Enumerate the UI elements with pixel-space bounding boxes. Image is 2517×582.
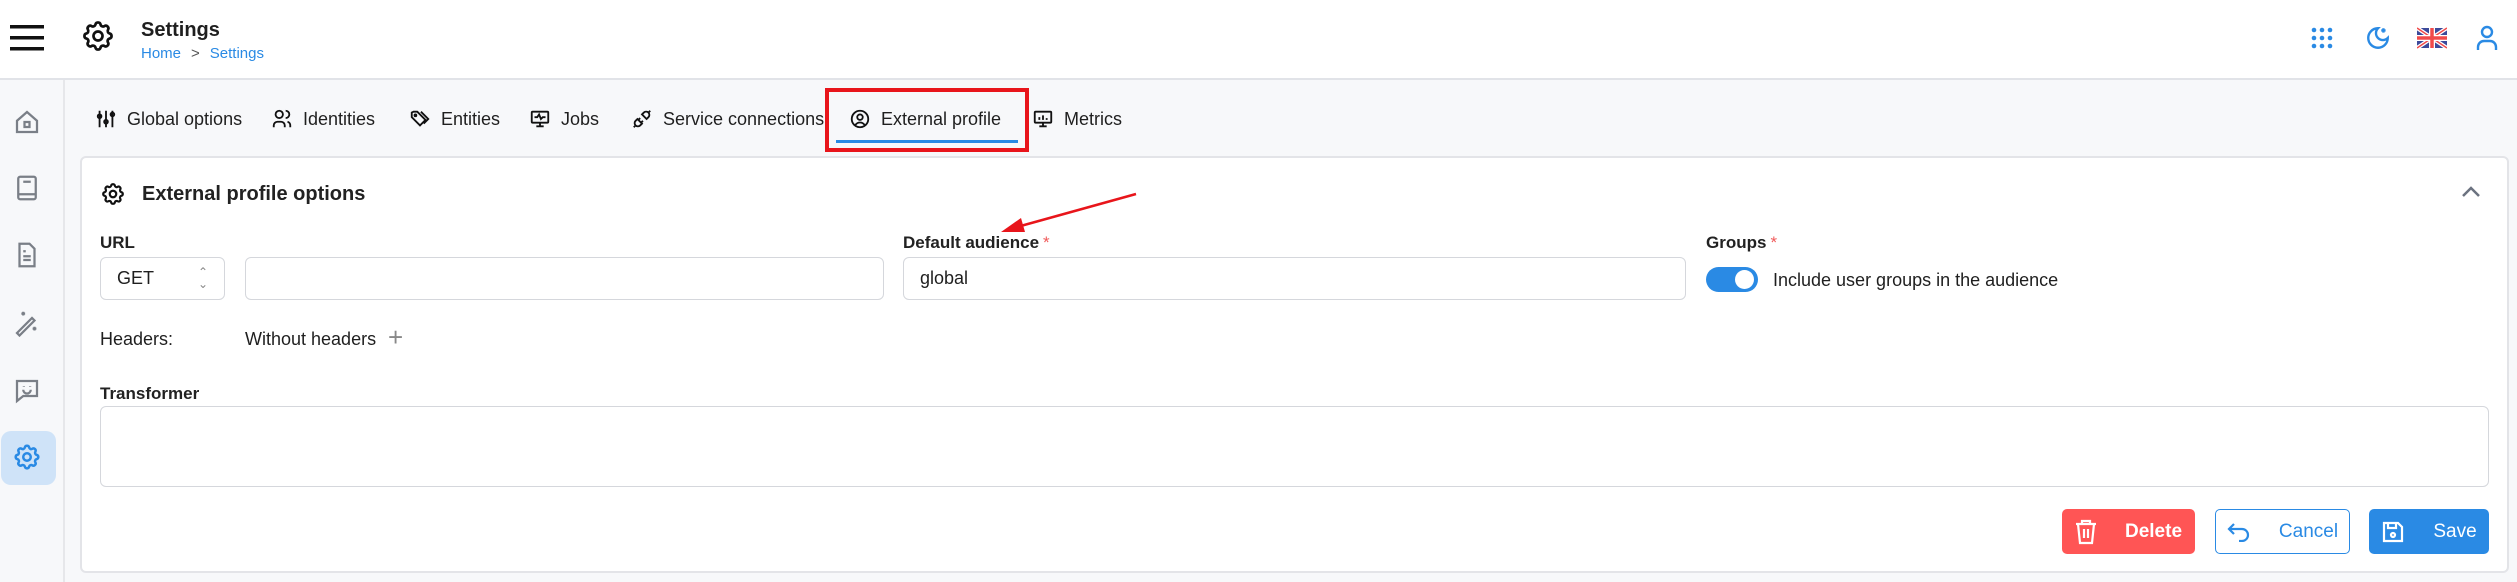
tab-label: Global options: [127, 108, 243, 129]
top-header: Settings Home > Settings: [0, 0, 2517, 80]
tab-label: Service connections: [663, 108, 825, 129]
sliders-icon: [96, 110, 116, 128]
document-icon[interactable]: [12, 240, 42, 270]
label-text: Groups: [1706, 233, 1767, 252]
home-icon[interactable]: [12, 107, 42, 137]
add-header-plus-icon[interactable]: +: [388, 322, 403, 353]
headers-label: Headers:: [100, 329, 174, 349]
url-label: URL: [100, 233, 135, 252]
annotation-arrow: [1001, 192, 1137, 232]
save-button[interactable]: Save: [2369, 509, 2489, 554]
monitor-icon: [530, 110, 550, 128]
required-asterisk: *: [1770, 233, 1778, 252]
tab-label: Jobs: [561, 108, 600, 129]
tab-service-connections[interactable]: Service connections: [631, 104, 824, 134]
book-icon[interactable]: [12, 173, 42, 203]
button-label: Delete: [2124, 520, 2183, 542]
moon-icon[interactable]: [2365, 25, 2391, 51]
magic-wand-icon[interactable]: [12, 308, 42, 338]
uk-flag-icon[interactable]: [2417, 27, 2447, 49]
tab-jobs[interactable]: Jobs: [529, 104, 599, 134]
default-audience-input[interactable]: global: [903, 257, 1686, 300]
chevron-up-icon[interactable]: [2461, 186, 2481, 198]
user-icon[interactable]: [2476, 25, 2498, 51]
chart-monitor-icon: [1033, 110, 1053, 128]
groups-toggle[interactable]: [1706, 267, 1758, 292]
sidebar: [0, 80, 65, 582]
breadcrumb: Home > Settings: [141, 45, 264, 62]
toggle-knob: [1735, 270, 1754, 289]
select-arrows-icon: ⌃ ⌄: [197, 265, 208, 291]
delete-button[interactable]: Delete: [2062, 509, 2195, 554]
tab-identities[interactable]: Identities: [271, 104, 375, 134]
tab-label: Identities: [303, 108, 376, 129]
gear-icon[interactable]: [12, 442, 42, 472]
tab-metrics[interactable]: Metrics: [1032, 104, 1122, 134]
hamburger-menu-icon[interactable]: [10, 24, 44, 52]
tab-entities[interactable]: Entities: [409, 104, 500, 134]
tags-icon: [410, 110, 430, 127]
card-title: External profile options: [142, 183, 366, 205]
plug-icon: [633, 110, 651, 128]
method-value: GET: [117, 268, 155, 288]
gear-icon: [102, 183, 124, 205]
default-audience-label: Default audience *: [903, 233, 1050, 253]
button-label: Save: [2433, 520, 2477, 542]
breadcrumb-separator: >: [191, 45, 200, 62]
users-icon: [272, 109, 292, 128]
cancel-button[interactable]: Cancel: [2215, 509, 2350, 554]
annotation-highlight-box: [825, 88, 1029, 152]
headers-value: Without headers: [245, 329, 377, 349]
floppy-disk-icon: [2383, 521, 2404, 542]
page-title: Settings: [141, 19, 220, 41]
chat-smile-icon[interactable]: [12, 376, 42, 406]
breadcrumb-home[interactable]: Home: [141, 45, 181, 62]
apps-grid-icon[interactable]: [2311, 27, 2333, 49]
trash-icon: [2075, 519, 2096, 544]
groups-toggle-label: Include user groups in the audience: [1773, 270, 2059, 290]
settings-gear-icon: [83, 21, 113, 51]
required-asterisk: *: [1043, 233, 1050, 252]
label-text: Default audience: [903, 233, 1040, 252]
button-label: Cancel: [2278, 520, 2339, 542]
transformer-label: Transformer: [100, 384, 200, 403]
undo-arrow-icon: [2227, 522, 2250, 542]
url-input[interactable]: [245, 257, 884, 300]
http-method-select[interactable]: GET ⌃ ⌄: [100, 257, 225, 300]
tab-global-options[interactable]: Global options: [95, 104, 242, 134]
transformer-textarea[interactable]: [100, 406, 2489, 487]
groups-label: Groups *: [1706, 233, 1777, 253]
tab-label: Entities: [441, 108, 501, 129]
tab-label: Metrics: [1064, 108, 1122, 129]
breadcrumb-settings[interactable]: Settings: [210, 45, 264, 62]
